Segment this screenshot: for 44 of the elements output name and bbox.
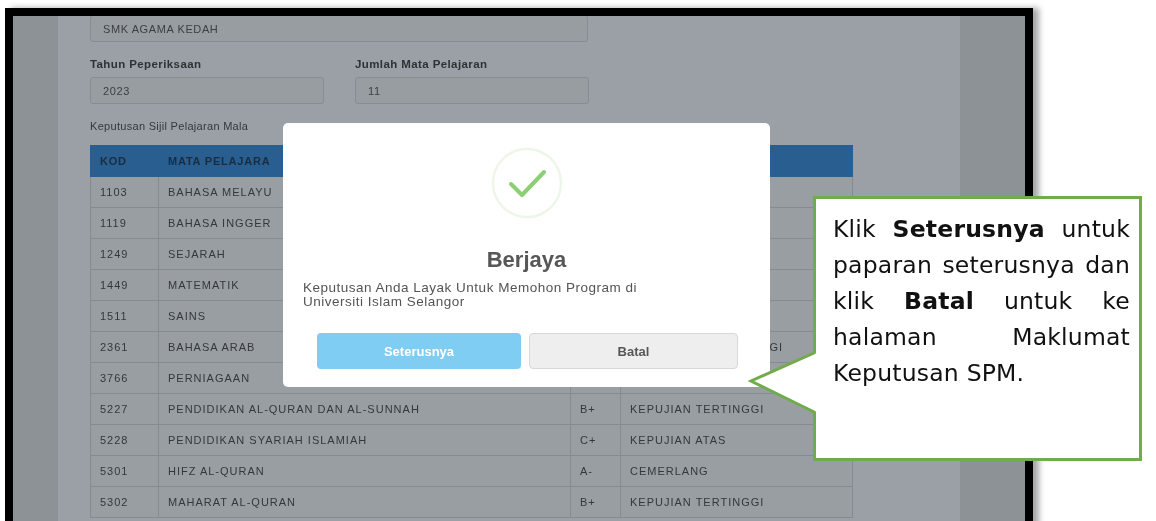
input-field[interactable]: 11 (355, 77, 589, 104)
column-header: MATA PELAJARA (168, 155, 271, 167)
column-header: KOD (100, 155, 127, 167)
check-circle-icon (490, 147, 563, 219)
subject-code: 5301 (100, 465, 129, 477)
grade: A- (580, 465, 593, 477)
field-label: Tahun Peperiksaan (90, 58, 203, 70)
subject-name: SAINS (168, 310, 206, 322)
subject-code: 1511 (100, 310, 128, 322)
subject-name: HIFZ AL-QURAN (168, 465, 265, 477)
grade: B+ (580, 496, 596, 508)
field-label: Jumlah Mata Pelajaran (355, 58, 489, 70)
subject-name: BAHASA MELAYU (168, 186, 273, 198)
subject-code: 1449 (100, 279, 129, 291)
cancel-button[interactable]: Batal (529, 333, 738, 369)
subject-code: 5228 (100, 434, 129, 446)
grade: B+ (580, 403, 596, 415)
subject-name: PERNIAGAAN (168, 372, 251, 384)
subject-code: 1103 (100, 186, 128, 198)
subject-name: MAHARAT AL-QURAN (168, 496, 297, 508)
dialog-message: Keputusan Anda Layak Untuk Memohon Program di Universiti Islam Selangor (303, 281, 638, 309)
subject-code: 3766 (100, 372, 129, 384)
grade-description: KEPUJIAN TERTINGGI (630, 496, 765, 508)
grade-description: KEPUJIAN TERTINGGI (630, 403, 765, 415)
subject-code: 2361 (100, 341, 129, 353)
grade: C+ (580, 434, 597, 446)
subject-code: 5302 (100, 496, 129, 508)
dialog-title: Berjaya (486, 247, 567, 273)
input-field[interactable]: 2023 (90, 77, 324, 104)
subject-name: PENDIDIKAN SYARIAH ISLAMIAH (168, 434, 368, 446)
grade-description: GI (769, 341, 783, 353)
grade-description: KEPUJIAN ATAS (630, 434, 727, 446)
subject-name: SEJARAH (168, 248, 226, 260)
callout-text: Klik Seterusnya untuk paparan seterusnya dan klik Batal untuk ke halaman Maklumat Keputusan SPM. (833, 214, 1130, 389)
subject-code: 5227 (100, 403, 129, 415)
subject-code: 1119 (100, 217, 127, 229)
school-field[interactable]: SMK AGAMA KEDAH (90, 16, 588, 42)
table-caption: Keputusan Sijil Pelajaran Mala (90, 120, 250, 132)
subject-code: 1249 (100, 248, 129, 260)
subject-name: PENDIDIKAN AL-QURAN DAN AL-SUNNAH (168, 403, 420, 415)
subject-name: BAHASA INGGER (168, 217, 272, 229)
subject-name: BAHASA ARAB (168, 341, 256, 353)
subject-name: MATEMATIK (168, 279, 240, 291)
grade-description: CEMERLANG (630, 465, 709, 477)
